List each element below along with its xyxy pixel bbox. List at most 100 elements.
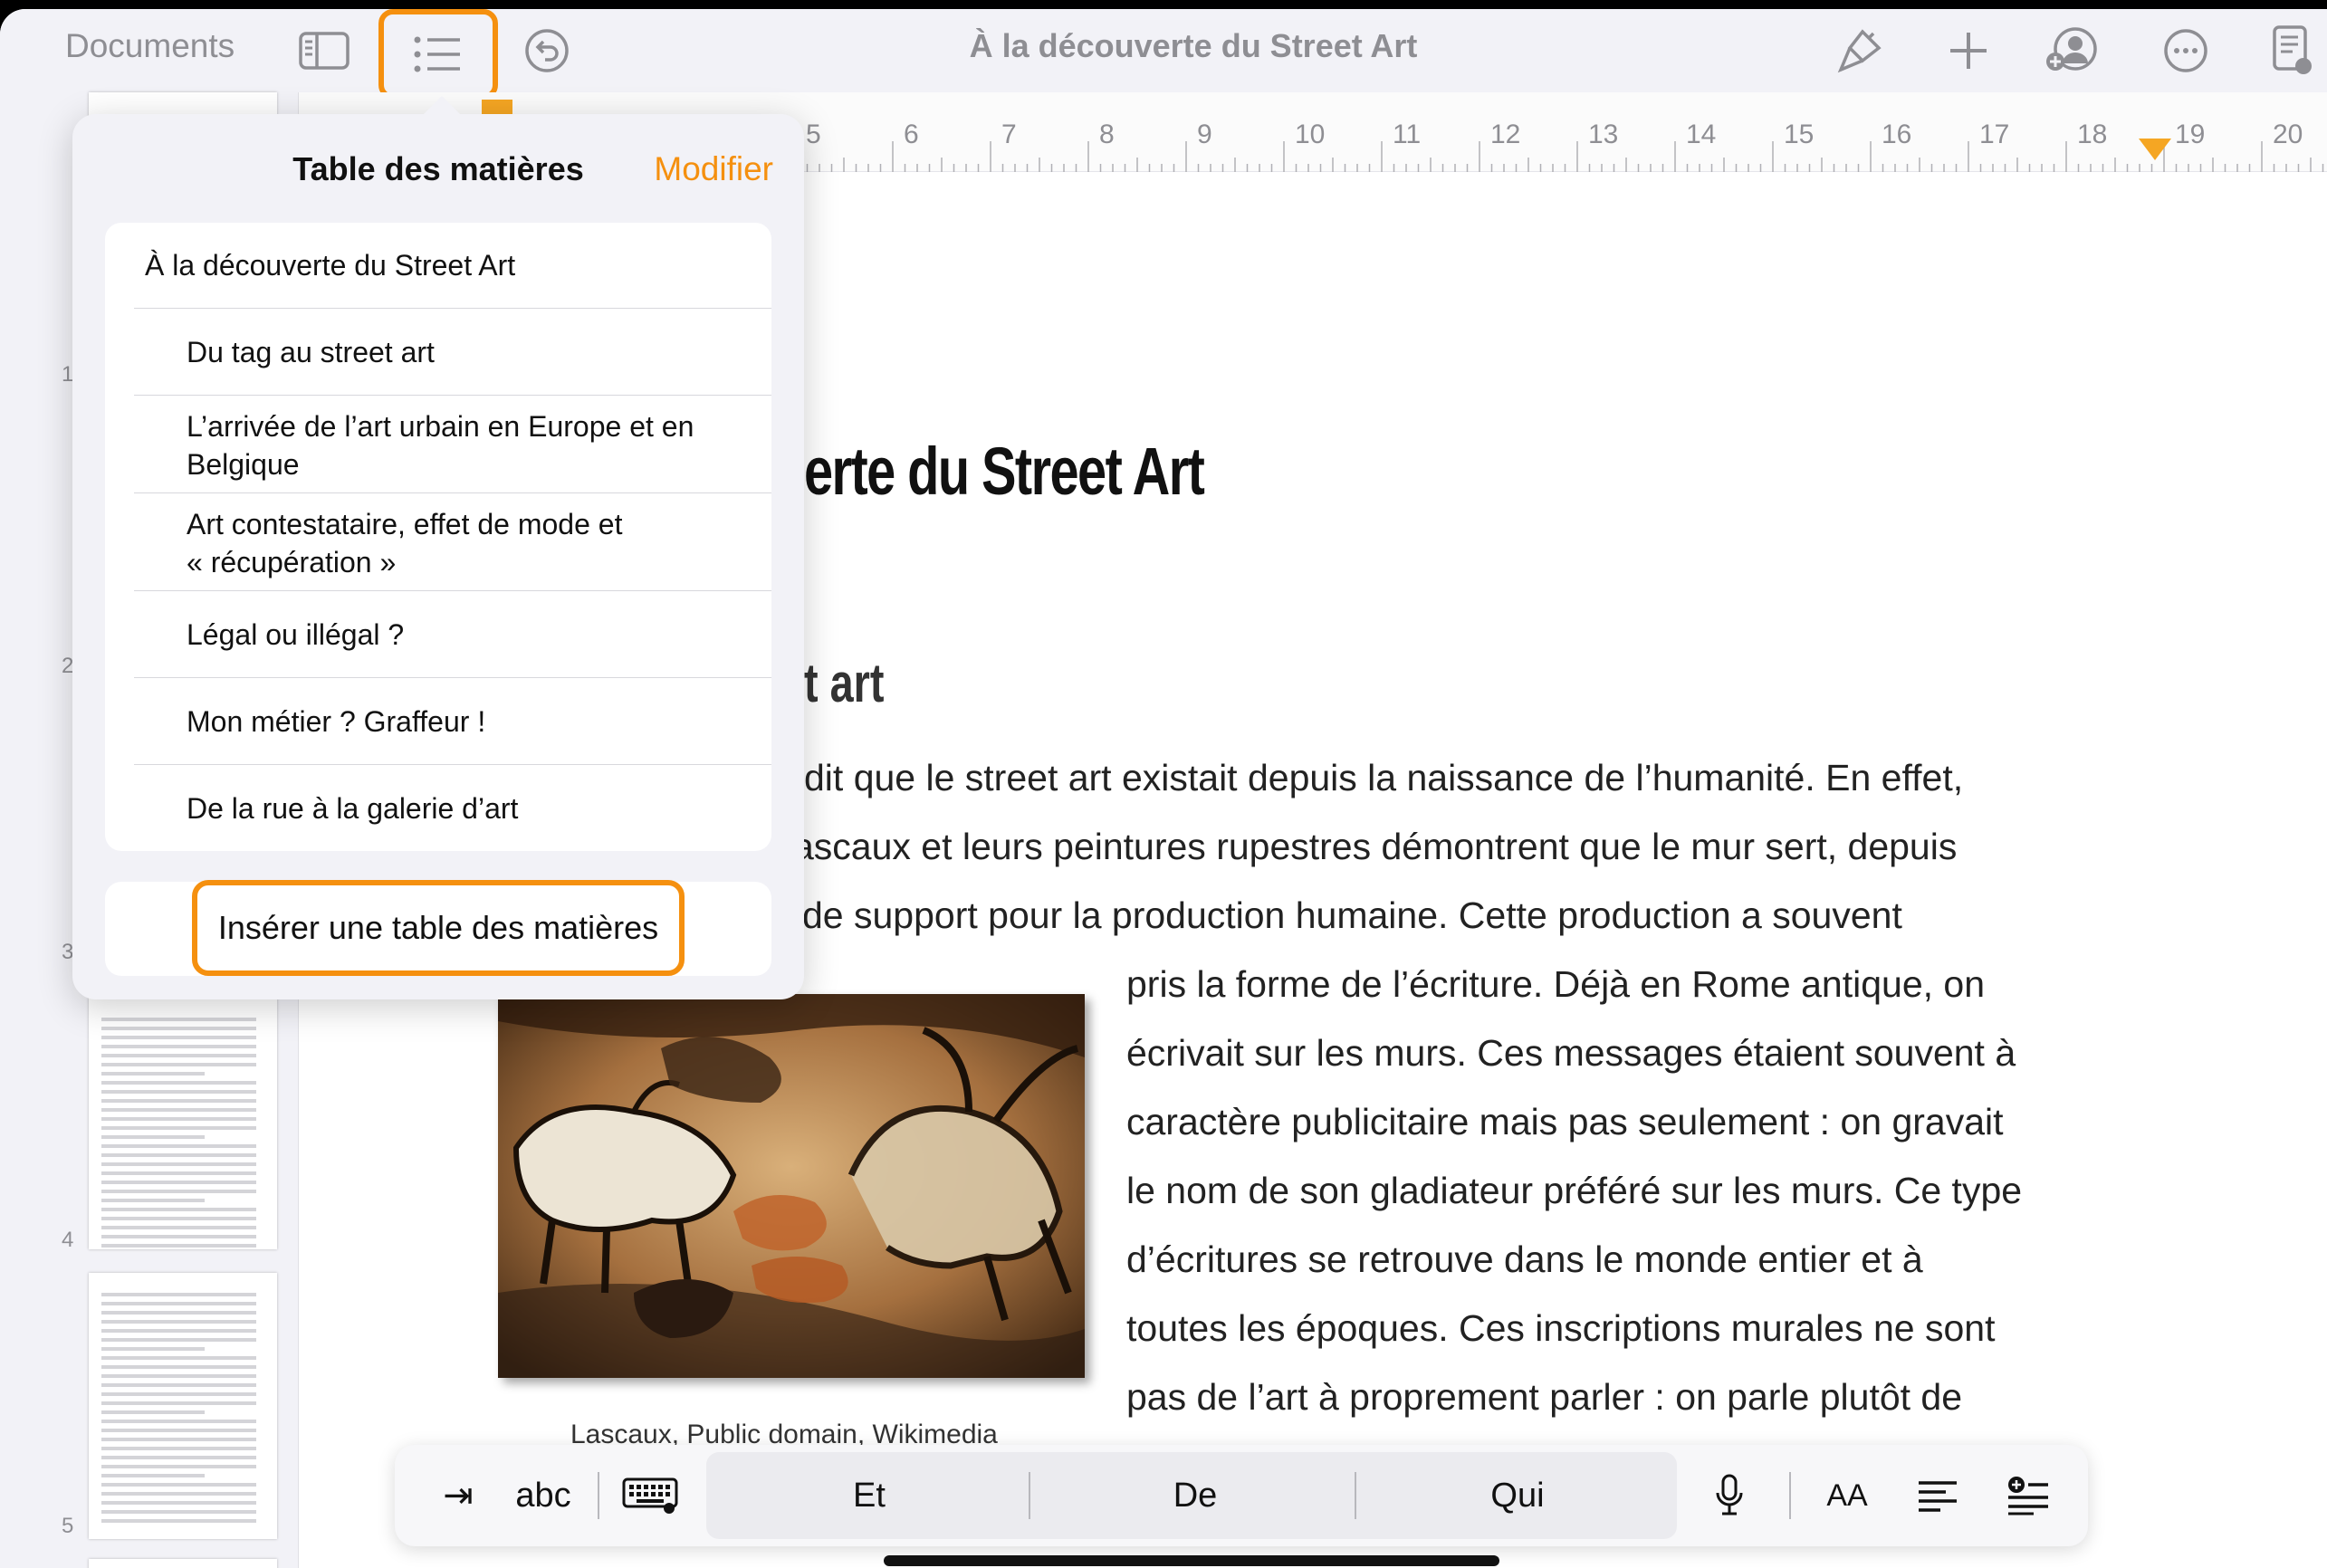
thumbnail-text-line xyxy=(101,1492,256,1496)
right-margin-marker[interactable] xyxy=(2139,139,2171,160)
body-text-line: toutes les époques. Ces inscriptions mur… xyxy=(1126,1307,1996,1349)
thumbnail-text-line xyxy=(101,1329,256,1333)
thumbnail-text-line xyxy=(101,1027,256,1030)
thumbnail-text-line xyxy=(101,1126,256,1130)
top-toolbar: Documents À la découverte du Street Art xyxy=(0,9,2327,100)
thumbnail-text-line xyxy=(101,1510,256,1514)
text-size-button[interactable]: AA xyxy=(1813,1445,1882,1546)
thumbnail-text-line xyxy=(101,1235,256,1238)
thumbnail-text-line xyxy=(101,1135,206,1139)
thumbnail-text-line xyxy=(101,1208,256,1211)
insert-comment-icon[interactable] xyxy=(1999,1445,2057,1546)
collaborate-icon[interactable] xyxy=(2043,24,2101,78)
suggestion-button[interactable]: Qui xyxy=(1358,1452,1677,1539)
ruler-number: 16 xyxy=(1882,120,1911,149)
body-text-line: pris la forme de l’écriture. Déjà en Rom… xyxy=(1126,963,1986,1005)
thumbnail-text-line xyxy=(101,1063,256,1066)
thumbnail-text-line xyxy=(101,1320,256,1324)
paintbrush-icon[interactable] xyxy=(1833,24,1887,78)
ruler-number: 5 xyxy=(806,120,821,149)
thumbnail-text-line xyxy=(101,1410,206,1414)
plus-icon[interactable] xyxy=(1941,24,1996,78)
ruler-number: 7 xyxy=(1001,120,1017,149)
separator xyxy=(134,590,771,591)
thumbnail-text-line xyxy=(101,1392,256,1396)
ruler-number: 8 xyxy=(1099,120,1115,149)
ruler-number: 6 xyxy=(904,120,919,149)
thumbnail-text-line xyxy=(101,1401,256,1405)
separator xyxy=(134,677,771,678)
thumbnail-text-line xyxy=(101,1293,256,1296)
thumbnail-text-line xyxy=(101,1226,256,1229)
more-icon[interactable] xyxy=(2159,24,2213,78)
toc-item[interactable]: À la découverte du Street Art xyxy=(145,246,771,284)
thumbnail-text-line xyxy=(101,1099,256,1103)
thumbnail-text-line xyxy=(101,1108,256,1112)
divider xyxy=(598,1472,599,1519)
thumbnail-text-line xyxy=(101,1054,256,1057)
thumbnail-text-line xyxy=(101,1181,256,1184)
body-text-line: d’écritures se retrouve dans le monde en… xyxy=(1126,1238,1923,1280)
thumbnail-text-line xyxy=(101,1383,256,1387)
toc-item[interactable]: Art contestataire, effet de mode et « ré… xyxy=(187,505,771,581)
toc-item[interactable]: De la rue à la galerie d’art xyxy=(187,789,771,827)
toc-item[interactable]: Mon métier ? Graffeur ! xyxy=(187,703,771,741)
thumbnail-text-line xyxy=(101,1465,256,1468)
thumbnail-text-line xyxy=(101,1456,256,1459)
toc-list: À la découverte du Street Art Du tag au … xyxy=(105,223,771,851)
ruler-number: 15 xyxy=(1784,120,1814,149)
thumbnail-text-line xyxy=(101,1081,256,1085)
thumbnail-text-line xyxy=(101,1338,256,1342)
thumbnail-text-line xyxy=(101,1302,256,1305)
thumbnail-text-line xyxy=(101,1072,206,1076)
thumbnail-text-line xyxy=(101,1347,206,1351)
divider xyxy=(1355,1472,1356,1519)
document-icon[interactable] xyxy=(2267,24,2318,78)
thumbnail-text-line xyxy=(101,1153,256,1157)
thumbnail-text-line xyxy=(101,1144,256,1148)
keyboard-icon[interactable] xyxy=(616,1445,685,1546)
body-text-line: écrivait sur les murs. Ces messages étai… xyxy=(1126,1032,2016,1074)
thumbnail-text-line xyxy=(101,1045,256,1048)
toc-item[interactable]: L’arrivée de l’art urbain en Europe et e… xyxy=(187,407,771,483)
page-number: 5 xyxy=(62,1514,74,1538)
body-text-line: pas de l’art à proprement parler : on pa… xyxy=(1126,1376,1963,1418)
tab-key-button[interactable]: ⇥ xyxy=(431,1445,485,1546)
ruler-number: 12 xyxy=(1490,120,1520,149)
thumbnail-text-line xyxy=(101,1090,256,1094)
thumbnail-text-line xyxy=(101,1217,256,1220)
keyboard-shortcut-bar: ⇥ abc Et De Qui AA xyxy=(395,1445,2088,1546)
page-thumbnail[interactable] xyxy=(89,998,277,1249)
ruler-number: 20 xyxy=(2273,120,2303,149)
thumbnail-text-line xyxy=(101,1365,256,1369)
lascaux-cave-painting-image[interactable] xyxy=(498,994,1085,1378)
ruler-number: 14 xyxy=(1686,120,1716,149)
page-thumbnail[interactable] xyxy=(89,1559,277,1568)
toc-item[interactable]: Légal ou illégal ? xyxy=(187,616,771,654)
body-text-line: caractère publicitaire mais pas seulemen… xyxy=(1126,1101,2004,1143)
thumbnail-text-line xyxy=(101,1519,256,1523)
align-left-icon[interactable] xyxy=(1910,1445,1965,1546)
thumbnail-text-line xyxy=(101,1429,256,1432)
page-number: 4 xyxy=(62,1228,74,1252)
ruler-number: 18 xyxy=(2077,120,2107,149)
insert-table-of-contents-button[interactable]: Insérer une table des matières xyxy=(192,880,685,976)
abc-button[interactable]: abc xyxy=(505,1445,581,1546)
edit-button[interactable]: Modifier xyxy=(654,150,773,188)
thumbnail-text-line xyxy=(101,1420,256,1423)
ruler-number: 19 xyxy=(2175,120,2205,149)
body-text-line: ascaux et leurs peintures rupestres démo… xyxy=(793,826,1958,867)
toc-item[interactable]: Du tag au street art xyxy=(187,333,771,371)
divider xyxy=(1029,1472,1030,1519)
thumbnail-text-line xyxy=(101,1199,206,1202)
home-indicator xyxy=(884,1555,1499,1566)
microphone-icon[interactable] xyxy=(1704,1445,1755,1546)
suggestion-button[interactable]: Et xyxy=(706,1452,1032,1539)
suggestions-bar: Et De Qui xyxy=(706,1452,1677,1539)
page-thumbnail[interactable] xyxy=(89,1273,277,1539)
separator xyxy=(134,492,771,493)
pages-app-window: Documents À la découverte du Street Art xyxy=(0,9,2327,1568)
thumbnail-text-line xyxy=(101,1244,256,1248)
separator xyxy=(134,308,771,309)
suggestion-button[interactable]: De xyxy=(1032,1452,1358,1539)
